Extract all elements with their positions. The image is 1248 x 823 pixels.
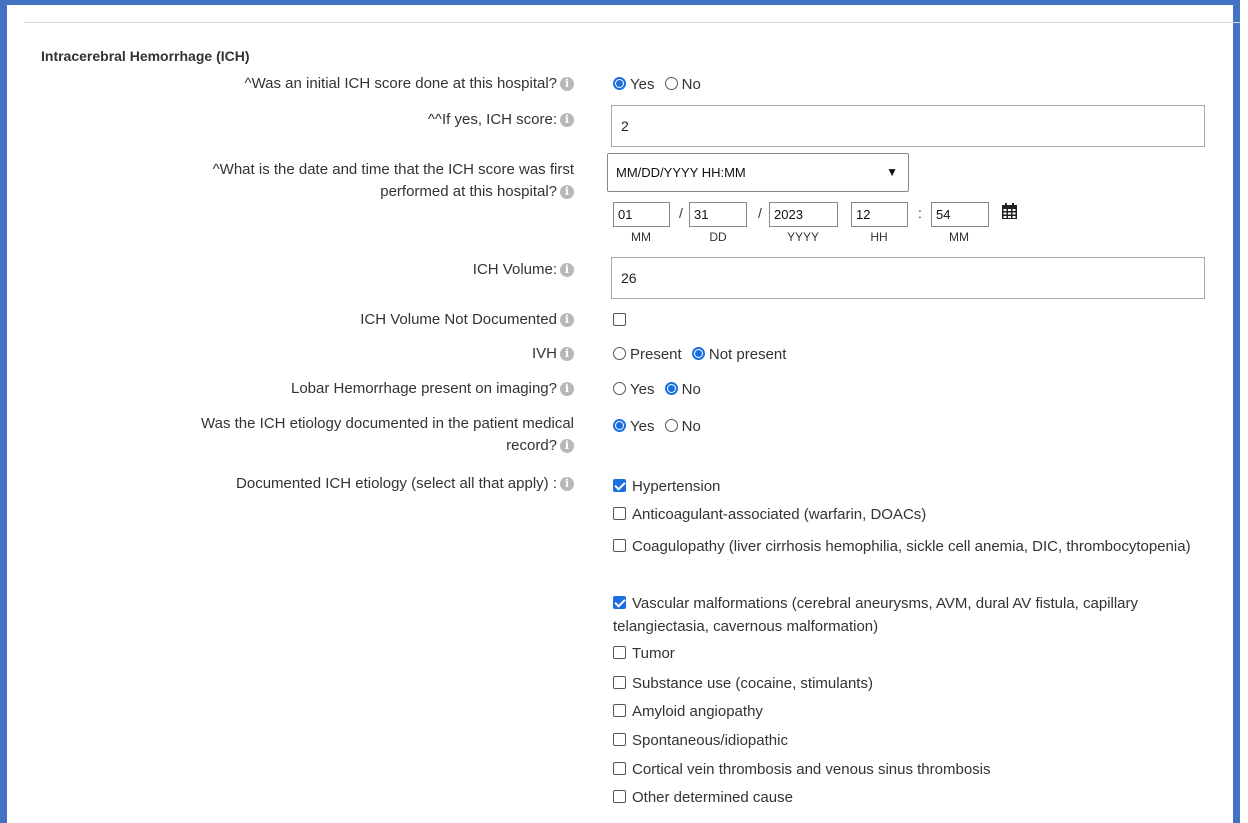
- minute-input[interactable]: 54: [931, 202, 989, 227]
- etiology-doc-radio-group: Yes No: [613, 418, 707, 435]
- hour-input[interactable]: 12: [851, 202, 908, 227]
- calendar-icon[interactable]: [1001, 203, 1018, 220]
- etiology-option-tumor[interactable]: Tumor: [613, 642, 1213, 665]
- date-separator: /: [679, 205, 683, 221]
- initial-score-no[interactable]: No: [664, 76, 701, 93]
- lobar-label: Lobar Hemorrhage present on imaging? i: [104, 378, 574, 400]
- day-caption: DD: [709, 230, 727, 244]
- etiology-option-spontaneous[interactable]: Spontaneous/idiopathic: [613, 729, 1213, 752]
- etiology-label: Documented ICH etiology (select all that…: [104, 473, 574, 495]
- radio-icon[interactable]: [664, 419, 678, 432]
- time-separator: :: [918, 205, 922, 221]
- checkbox[interactable]: [613, 507, 626, 520]
- checkbox[interactable]: [613, 539, 626, 552]
- info-icon[interactable]: i: [560, 113, 574, 127]
- volume-label: ICH Volume: i: [104, 259, 574, 281]
- info-icon[interactable]: i: [560, 347, 574, 361]
- etiology-option-coagulopathy[interactable]: Coagulopathy (liver cirrhosis hemophilia…: [613, 535, 1193, 558]
- etiology-option-substance[interactable]: Substance use (cocaine, stimulants): [613, 672, 1213, 695]
- volume-nd-label: ICH Volume Not Documented i: [104, 309, 574, 331]
- info-icon[interactable]: i: [560, 477, 574, 491]
- checkbox[interactable]: [613, 733, 626, 746]
- minute-caption: MM: [949, 230, 969, 244]
- info-icon[interactable]: i: [560, 263, 574, 277]
- chevron-down-icon: ▼: [886, 165, 898, 179]
- ivh-not-present[interactable]: Not present: [691, 346, 786, 363]
- section-title: Intracerebral Hemorrhage (ICH): [41, 48, 250, 64]
- lobar-radio-group: Yes No: [613, 381, 707, 398]
- etiology-option-hypertension[interactable]: Hypertension: [613, 475, 1213, 498]
- info-icon[interactable]: i: [560, 439, 574, 453]
- checkbox[interactable]: [613, 479, 626, 492]
- volume-nd-checkbox-wrap: [613, 312, 632, 329]
- etiology-doc-yes[interactable]: Yes: [613, 418, 654, 435]
- volume-input[interactable]: 26: [611, 257, 1205, 299]
- radio-icon[interactable]: [664, 382, 678, 395]
- radio-icon[interactable]: [664, 77, 678, 90]
- etiology-doc-label: Was the ICH etiology documented in the p…: [201, 415, 574, 454]
- etiology-option-cortical-vein[interactable]: Cortical vein thrombosis and venous sinu…: [613, 758, 1213, 781]
- etiology-option-other[interactable]: Other determined cause: [613, 786, 1213, 809]
- info-icon[interactable]: i: [560, 77, 574, 91]
- radio-icon[interactable]: [613, 347, 626, 360]
- checkbox[interactable]: [613, 646, 626, 659]
- divider: [24, 22, 1240, 23]
- initial-score-yes[interactable]: Yes: [613, 76, 654, 93]
- info-icon[interactable]: i: [560, 382, 574, 396]
- info-icon[interactable]: i: [560, 313, 574, 327]
- datetime-format-select[interactable]: MM/DD/YYYY HH:MM ▼: [607, 153, 909, 192]
- datetime-label: ^What is the date and time that the ICH …: [212, 161, 574, 200]
- radio-icon[interactable]: [613, 77, 626, 90]
- checkbox[interactable]: [613, 790, 626, 803]
- checkbox[interactable]: [613, 762, 626, 775]
- day-input[interactable]: 31: [689, 202, 747, 227]
- info-icon[interactable]: i: [560, 185, 574, 199]
- date-separator: /: [758, 205, 762, 221]
- ich-score-label: ^^If yes, ICH score: i: [104, 109, 574, 131]
- checkbox[interactable]: [613, 704, 626, 717]
- ivh-radio-group: Present Not present: [613, 346, 792, 363]
- checkbox[interactable]: [613, 676, 626, 689]
- lobar-yes[interactable]: Yes: [613, 381, 654, 398]
- etiology-option-amyloid[interactable]: Amyloid angiopathy: [613, 700, 1213, 723]
- checkbox[interactable]: [613, 596, 626, 609]
- month-input[interactable]: 01: [613, 202, 670, 227]
- month-caption: MM: [631, 230, 651, 244]
- etiology-option-vascular[interactable]: Vascular malformations (cerebral aneurys…: [613, 592, 1203, 638]
- radio-icon[interactable]: [691, 347, 705, 360]
- etiology-option-anticoagulant[interactable]: Anticoagulant-associated (warfarin, DOAC…: [613, 503, 1213, 526]
- lobar-no[interactable]: No: [664, 381, 701, 398]
- etiology-doc-no[interactable]: No: [664, 418, 701, 435]
- radio-icon[interactable]: [613, 419, 626, 432]
- ivh-label: IVH i: [104, 343, 574, 365]
- year-caption: YYYY: [786, 230, 819, 244]
- radio-icon[interactable]: [613, 382, 626, 395]
- ivh-present[interactable]: Present: [613, 346, 682, 363]
- year-input[interactable]: 2023: [769, 202, 838, 227]
- hour-caption: HH: [870, 230, 888, 244]
- ich-score-input[interactable]: 2: [611, 105, 1205, 147]
- volume-nd-checkbox[interactable]: [613, 313, 626, 326]
- initial-score-radio-group: Yes No: [613, 76, 707, 93]
- initial-score-label: ^Was an initial ICH score done at this h…: [104, 73, 574, 95]
